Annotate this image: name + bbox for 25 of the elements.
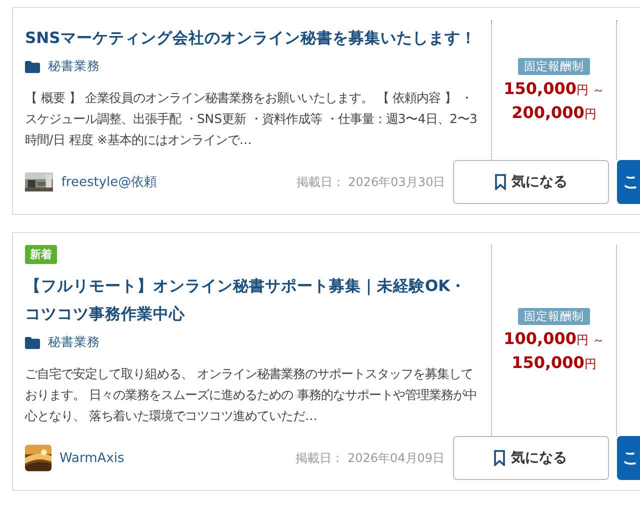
folder-icon — [25, 336, 40, 348]
posted-date: 掲載日： 2026年04月09日 — [294, 450, 445, 466]
price-max: 150,000円 — [512, 353, 596, 373]
apply-button[interactable]: こ — [616, 436, 640, 480]
bookmark-button[interactable]: 気になる — [452, 436, 609, 480]
folder-icon — [25, 60, 40, 72]
price-max: 200,000円 — [512, 102, 596, 122]
price-min: 100,000円 ～ — [504, 329, 604, 349]
job-description: 【 概要 】 企業役員のオンライン秘書業務をお願いいたします。 【 依頼内容 】 ・スケジュール調整、出張手配 ・SNS更新 ・資料作成等 ・仕事量：週3〜4日、2〜3時間/日 程度 ※基本的にはオンラインで… — [25, 89, 478, 149]
category-link[interactable]: 秘書業務 — [48, 334, 100, 351]
job-title[interactable]: 【フルリモート】オンライン秘書サポート募集｜未経験OK・コツコツ事務作業中心 — [25, 272, 481, 328]
posted-date: 掲載日： 2026年03月30日 — [295, 174, 446, 190]
client-name[interactable]: WarmAxis — [60, 450, 221, 466]
job-description: ご自宅で安定して取り組める、 オンライン秘書業務のサポートスタッフを募集しております。 日々の業務をスムーズに進めるための 事務的なサポートや管理業務が中心となり、 落ち着いた環境でコツコツ進めていただ… — [25, 365, 478, 425]
new-badge: 新着 — [25, 245, 57, 264]
job-title[interactable]: SNSマーケティング会社のオンライン秘書を募集いたします！ — [25, 24, 481, 52]
bookmark-icon — [494, 174, 506, 190]
pay-type-tag: 固定報酬制 — [518, 58, 590, 74]
apply-button[interactable]: こ — [616, 160, 640, 204]
bookmark-button[interactable]: 気になる — [453, 160, 609, 204]
client-name[interactable]: freestyle@依頼 — [61, 173, 222, 191]
bookmark-icon — [494, 450, 506, 466]
price-min: 150,000円 ～ — [504, 78, 604, 98]
pay-type-tag: 固定報酬制 — [518, 308, 590, 325]
category-link[interactable]: 秘書業務 — [48, 58, 100, 75]
